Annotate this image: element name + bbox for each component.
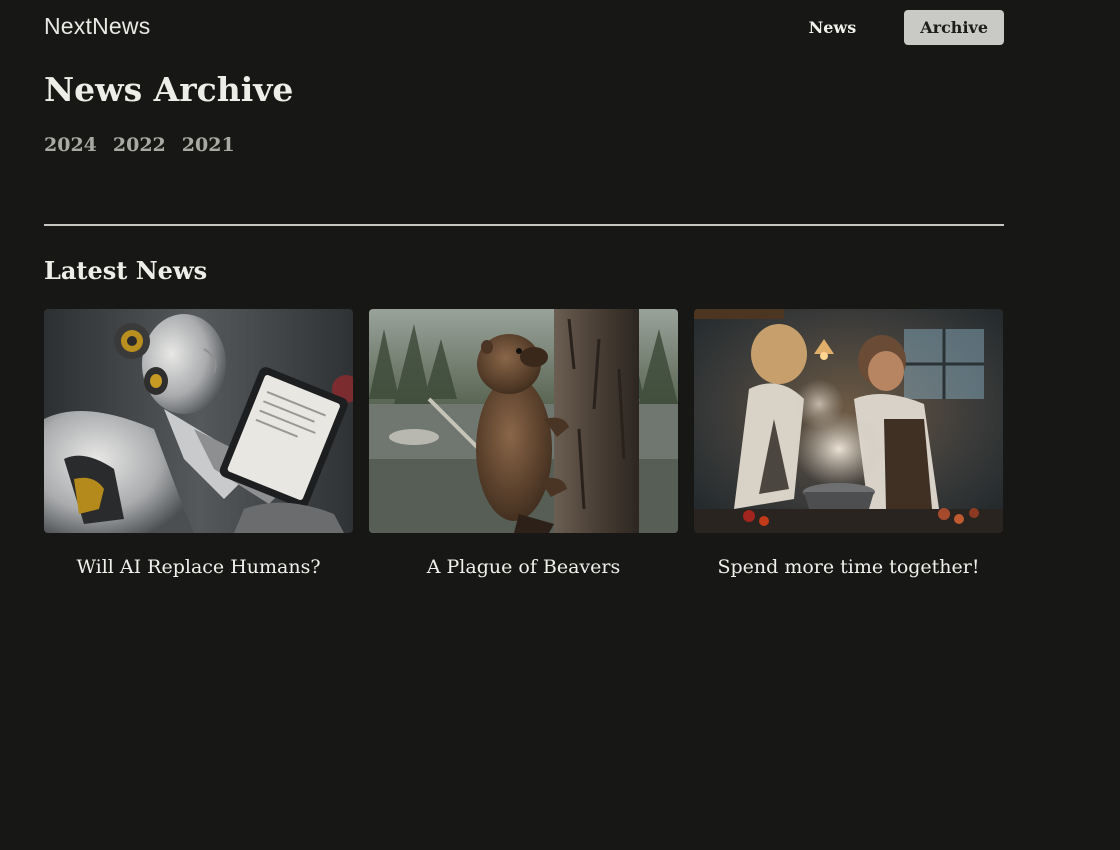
robot-with-tablet-image[interactable] (44, 309, 353, 533)
couple-cooking-image[interactable] (694, 309, 1003, 533)
site-header: NextNews News Archive (44, 8, 1004, 48)
section-divider (44, 224, 1004, 226)
news-card-title[interactable]: Spend more time together! (694, 556, 1003, 578)
latest-news-heading: Latest News (44, 256, 208, 285)
year-link-2021[interactable]: 2021 (182, 134, 235, 156)
news-card[interactable]: Spend more time together! (694, 309, 1003, 578)
year-link-2022[interactable]: 2022 (113, 134, 166, 156)
page-title: News Archive (44, 70, 294, 109)
news-card-title[interactable]: A Plague of Beavers (369, 556, 678, 578)
main-nav: News Archive (793, 10, 1004, 45)
news-card[interactable]: Will AI Replace Humans? (44, 309, 353, 578)
beaver-climbing-tree-image[interactable] (369, 309, 678, 533)
nav-archive-link[interactable]: Archive (904, 10, 1004, 45)
year-link-2024[interactable]: 2024 (44, 134, 97, 156)
news-card[interactable]: A Plague of Beavers (369, 309, 678, 578)
news-card-title[interactable]: Will AI Replace Humans? (44, 556, 353, 578)
site-logo[interactable]: NextNews (44, 13, 150, 40)
nav-news-link[interactable]: News (793, 10, 873, 45)
news-card-list: Will AI Replace Humans? A Plague of Beav… (44, 309, 1004, 578)
year-filter-list: 2024 2022 2021 (44, 134, 251, 156)
